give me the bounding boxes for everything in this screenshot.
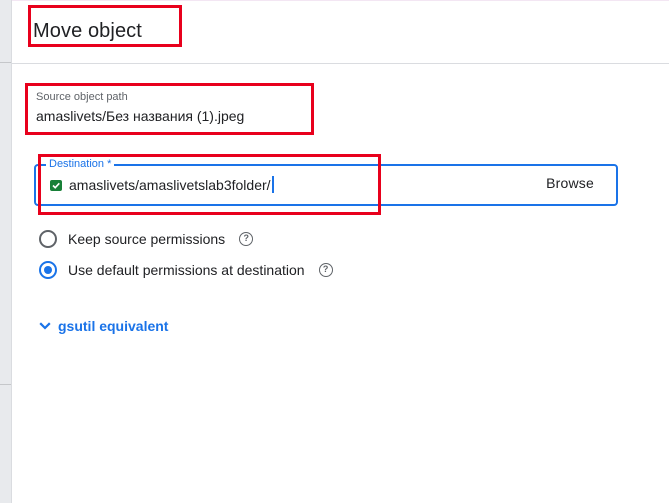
chevron-down-icon — [39, 322, 51, 330]
divider — [0, 62, 11, 63]
text-caret — [271, 176, 274, 193]
destination-field[interactable]: Destination * amaslivets/amaslivetslab3f… — [34, 157, 618, 206]
radio-use-default-permissions[interactable]: Use default permissions at destination ? — [39, 259, 333, 281]
page: Move object Source object path amaslivet… — [0, 0, 669, 503]
source-path-label: Source object path — [36, 91, 128, 103]
help-icon[interactable]: ? — [239, 232, 254, 246]
divider — [0, 384, 11, 385]
dialog-header: Move object — [12, 8, 669, 64]
radio-label: Keep source permissions — [68, 231, 226, 247]
destination-label: Destination * — [46, 157, 115, 171]
radio-keep-source-permissions[interactable]: Keep source permissions ? — [39, 228, 254, 250]
destination-input[interactable]: amaslivets/amaslivetslab3folder/ — [69, 176, 274, 193]
dialog-top-edge — [12, 0, 669, 8]
help-icon[interactable]: ? — [318, 263, 333, 277]
browse-button[interactable]: Browse — [546, 175, 594, 191]
dialog-title: Move object — [33, 20, 142, 42]
destination-input-text: amaslivets/amaslivetslab3folder/ — [69, 177, 271, 193]
radio-button-unchecked[interactable] — [39, 230, 57, 248]
gsutil-equivalent-label: gsutil equivalent — [58, 318, 169, 334]
bucket-check-icon — [50, 180, 62, 191]
radio-button-checked[interactable] — [39, 261, 57, 279]
radio-label: Use default permissions at destination — [68, 262, 305, 278]
move-object-dialog: Move object Source object path amaslivet… — [11, 0, 669, 503]
background-page-edge — [0, 0, 11, 503]
source-path-value: amaslivets/Без названия (1).jpeg — [36, 108, 245, 124]
gsutil-equivalent-toggle[interactable]: gsutil equivalent — [39, 318, 168, 334]
